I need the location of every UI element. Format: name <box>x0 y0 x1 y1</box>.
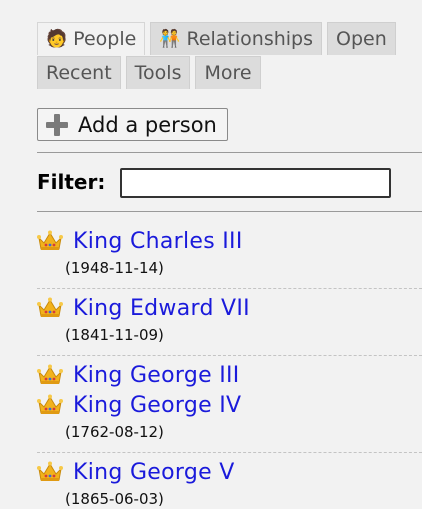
add-person-label: Add a person <box>78 112 217 137</box>
tab-people-label: People <box>73 28 137 50</box>
person-list-item: King Edward VII (1841-11-09) <box>37 293 422 349</box>
crown-icon <box>37 394 63 416</box>
list-separator <box>37 288 422 289</box>
person-birth-date: (1865-06-03) <box>65 490 164 508</box>
person-birth-date: (1762-08-12) <box>65 423 164 441</box>
person-row: King Charles III <box>37 226 422 256</box>
person-row: King George IV <box>37 390 422 420</box>
person-birth-date: (1841-11-09) <box>65 326 164 344</box>
person-name-link[interactable]: King George IV <box>73 393 241 418</box>
person-row: King Edward VII <box>37 293 422 323</box>
tab-relationships[interactable]: 🧑‍🤝‍🧑 Relationships <box>150 22 323 55</box>
crown-icon <box>37 297 63 319</box>
person-name-link[interactable]: King George III <box>73 363 240 388</box>
page: 🧑 People 🧑‍🤝‍🧑 Relationships Open Recent… <box>0 0 422 509</box>
divider <box>37 152 422 153</box>
tab-relationships-label: Relationships <box>186 28 314 50</box>
person-list-item: King George V (1865-06-03) <box>37 457 422 509</box>
list-separator <box>37 355 422 356</box>
person-name-link[interactable]: King Edward VII <box>73 296 250 321</box>
person-row: King George V <box>37 457 422 487</box>
person-list-item: King George IV (1762-08-12) <box>37 390 422 446</box>
list-separator <box>37 452 422 453</box>
tab-recent[interactable]: Recent <box>37 56 121 89</box>
filter-input[interactable] <box>120 168 391 198</box>
person-name-link[interactable]: King Charles III <box>73 229 243 254</box>
tab-tools-label: Tools <box>134 62 182 84</box>
person-birth-date: (1948-11-14) <box>65 259 164 277</box>
crown-icon <box>37 461 63 483</box>
tab-tools[interactable]: Tools <box>125 56 191 89</box>
plus-icon <box>46 113 68 136</box>
person-list-item: King George III <box>37 360 422 390</box>
tab-recent-label: Recent <box>46 62 112 84</box>
people-list: King Charles III (1948-11-14) King Edward … <box>37 226 422 509</box>
tab-people[interactable]: 🧑 People <box>37 22 146 55</box>
person-name-link[interactable]: King George V <box>73 460 235 485</box>
person-list-item: King Charles III (1948-11-14) <box>37 226 422 282</box>
person-icon: 🧑 <box>46 28 68 49</box>
divider <box>37 211 422 212</box>
tab-open-label: Open <box>336 28 387 50</box>
tab-bar-row-2: Recent Tools More <box>37 56 261 89</box>
person-row: King George III <box>37 360 422 390</box>
add-person-button[interactable]: Add a person <box>37 108 228 141</box>
couple-icon: 🧑‍🤝‍🧑 <box>159 28 181 49</box>
crown-icon <box>37 230 63 252</box>
tab-open[interactable]: Open <box>327 22 396 55</box>
tab-more-label: More <box>204 62 252 84</box>
tab-bar-row-1: 🧑 People 🧑‍🤝‍🧑 Relationships Open <box>37 22 396 55</box>
filter-label: Filter: <box>37 170 106 194</box>
tab-more[interactable]: More <box>195 56 261 89</box>
crown-icon <box>37 364 63 386</box>
